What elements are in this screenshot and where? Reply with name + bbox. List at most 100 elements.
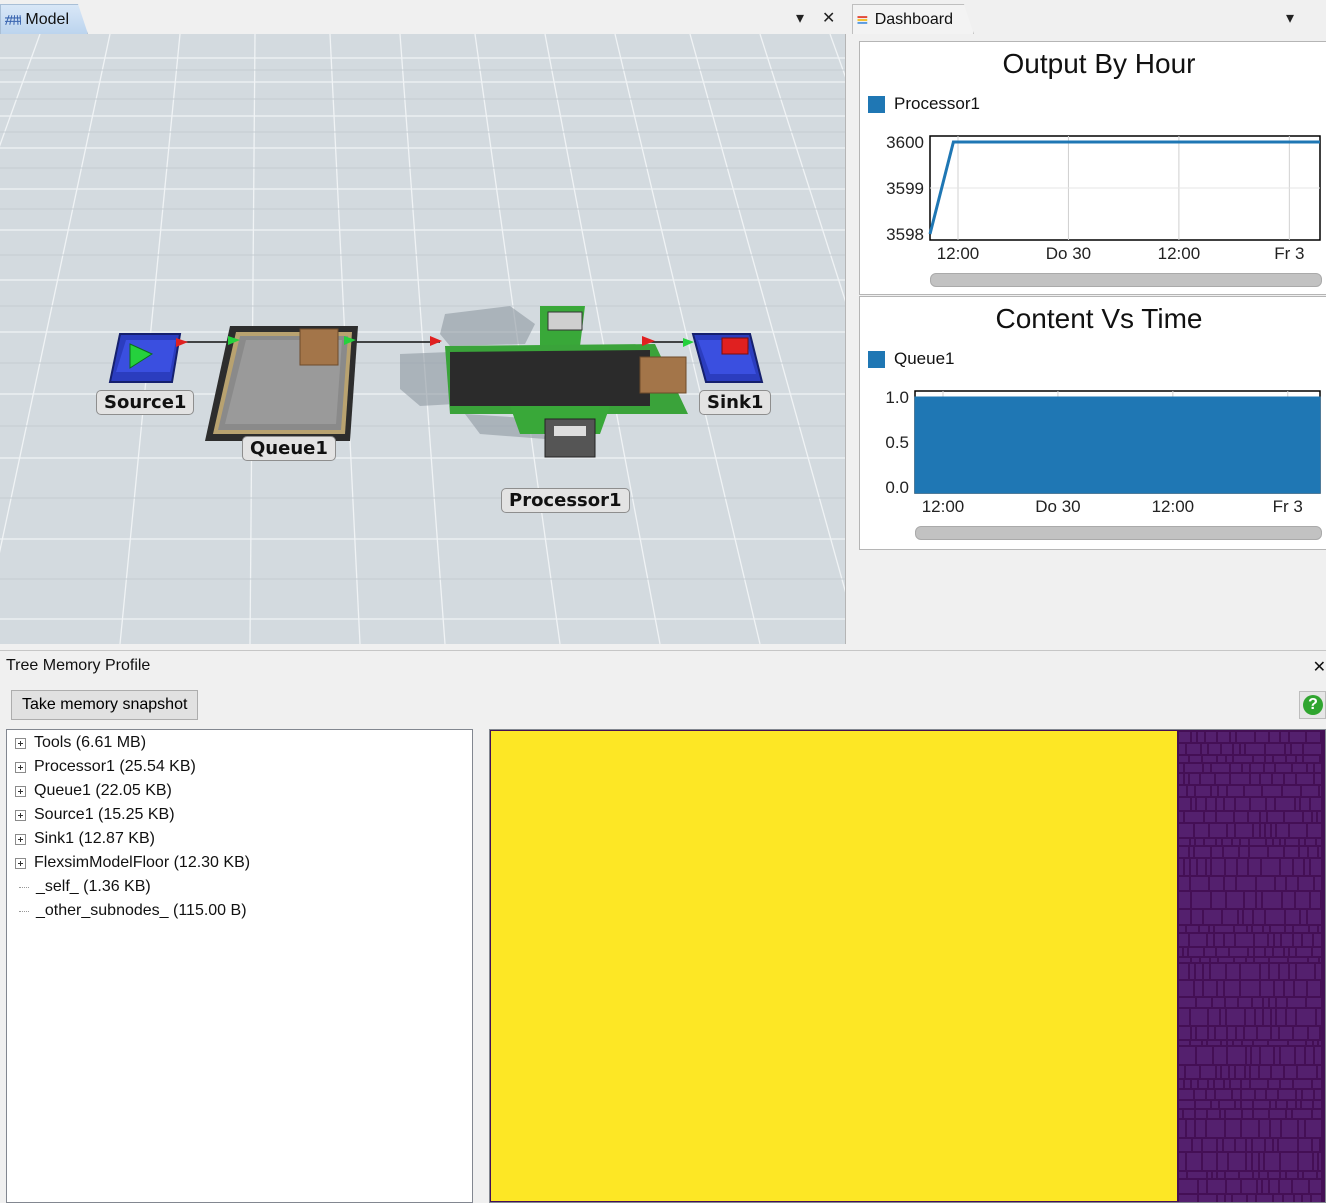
chart-scrollbar[interactable] [915,526,1322,540]
memory-treemap[interactable] [489,729,1326,1203]
treemap-cell [1265,764,1274,772]
treemap-minor-blocks[interactable] [1177,730,1325,1203]
treemap-cell [1254,824,1259,837]
treemap-cell [1288,998,1305,1007]
treemap-cell [1179,1009,1189,1025]
tree-item[interactable]: Sink1 (12.87 KB) [15,827,155,851]
treemap-cell [1212,786,1217,796]
treemap-cell [1202,744,1207,754]
expand-icon[interactable] [15,785,26,797]
tree-item[interactable]: Tools (6.61 MB) [15,731,146,755]
expand-icon[interactable] [15,737,26,749]
model-menu-icon[interactable]: ▾ [796,8,804,28]
treemap-cell [1179,824,1193,837]
treemap-cell [1261,981,1273,996]
tree-item-label: Queue1 (22.05 KB) [34,782,172,799]
tree-item[interactable]: _self_ (1.36 KB) [15,875,151,899]
model-close-icon[interactable]: ✕ [822,8,835,28]
treemap-cell [1215,926,1233,932]
treemap-cell [1253,926,1262,932]
memory-close-icon[interactable]: ✕ [1313,657,1326,677]
source-object[interactable] [108,333,188,383]
treemap-cell [1237,1027,1243,1039]
tree-item[interactable]: _other_subnodes_ (115.00 B) [15,899,247,923]
y-tick-label: 0.0 [885,478,909,497]
tab-model[interactable]: Model [0,4,88,34]
treemap-cell [1247,1139,1251,1151]
chart-output-by-hour[interactable]: Output By Hour Processor1 12:00 Do 30 12:0… [859,41,1326,295]
treemap-cell [1272,824,1275,837]
model-floor-grid [0,34,845,644]
treemap-cell [1316,964,1321,979]
model-tabstrip: Model ▾ ✕ [0,0,846,35]
treemap-cell [1317,1009,1321,1025]
treemap-cell [1231,1080,1240,1088]
memory-tree[interactable]: Tools (6.61 MB) Processor1 (25.54 KB) Queu… [6,729,473,1203]
x-tick-label: 12:00 [937,244,980,263]
treemap-cell [1179,948,1182,956]
chart-plot: 12:00 Do 30 12:00 Fr 3 3600 3599 3598 [886,133,1321,263]
tree-item[interactable]: Source1 (15.25 KB) [15,803,175,827]
processor-object[interactable] [400,306,688,458]
tree-item[interactable]: FlexsimModelFloor (12.30 KB) [15,851,250,875]
treemap-cell [1285,948,1288,956]
treemap-cell [1208,934,1213,946]
treemap-cell [1299,877,1313,890]
chart-content-vs-time[interactable]: Content Vs Time Queue1 12:00 Do 30 12:00 Fr… [859,296,1326,550]
expand-icon[interactable] [15,833,26,845]
treemap-cell [1218,732,1229,742]
queue-object[interactable] [205,326,358,441]
treemap-cell [1313,1110,1321,1118]
treemap-cell [1309,958,1318,962]
treemap-cell [1225,877,1235,890]
model-3d-view[interactable]: Source1 Queue1 Processor1 Sink1 [0,34,846,644]
treemap-cell [1249,859,1260,875]
treemap-cell [1179,892,1190,908]
treemap-cell [1261,774,1271,784]
treemap-cell [1196,1101,1210,1108]
treemap-cell [1243,764,1249,772]
treemap-cell [1214,1047,1226,1064]
treemap-cell [1238,859,1247,875]
treemap-cell [1306,1047,1313,1064]
tab-dashboard[interactable]: Dashboard [852,4,974,34]
take-snapshot-button[interactable]: Take memory snapshot [11,690,199,720]
y-tick-label: 3598 [886,225,924,244]
tree-item[interactable]: Queue1 (22.05 KB) [15,779,172,803]
treemap-cell [1179,1101,1194,1108]
treemap-cell [1234,1041,1241,1045]
treemap-cell [1196,964,1202,979]
treemap-cell [1192,1027,1195,1039]
treemap-cell [1303,934,1312,946]
treemap-cell [1310,1180,1321,1193]
treemap-cell [1268,812,1283,822]
help-button[interactable]: ? [1299,691,1326,719]
treemap-cell [1260,1153,1263,1170]
treemap-cell [1279,1139,1297,1151]
treemap-cell [1179,1153,1185,1170]
sink-object[interactable] [683,333,764,383]
treemap-cell [1213,998,1224,1007]
treemap-cell [1251,798,1265,810]
treemap-cell [1195,824,1208,837]
tree-item[interactable]: Processor1 (25.54 KB) [15,755,196,779]
treemap-major-block[interactable] [491,731,1177,1201]
dashboard-menu-icon[interactable]: ▾ [1286,8,1294,28]
treemap-cell [1304,756,1319,762]
treemap-cell [1271,926,1284,932]
treemap-cell [1283,892,1294,908]
treemap-cell [1309,1027,1319,1039]
treemap-cell [1204,964,1209,979]
treemap-cell [1196,1120,1205,1137]
treemap-cell [1225,1080,1229,1088]
expand-icon[interactable] [15,809,26,821]
treemap-cell [1243,1041,1252,1045]
x-tick-label: 12:00 [1158,244,1201,263]
treemap-cell [1235,958,1245,962]
expand-icon[interactable] [15,761,26,773]
treemap-cell [1256,732,1268,742]
treemap-cell [1264,1009,1270,1025]
treemap-cell [1288,1101,1295,1108]
expand-icon[interactable] [15,857,26,869]
chart-scrollbar[interactable] [930,273,1322,287]
